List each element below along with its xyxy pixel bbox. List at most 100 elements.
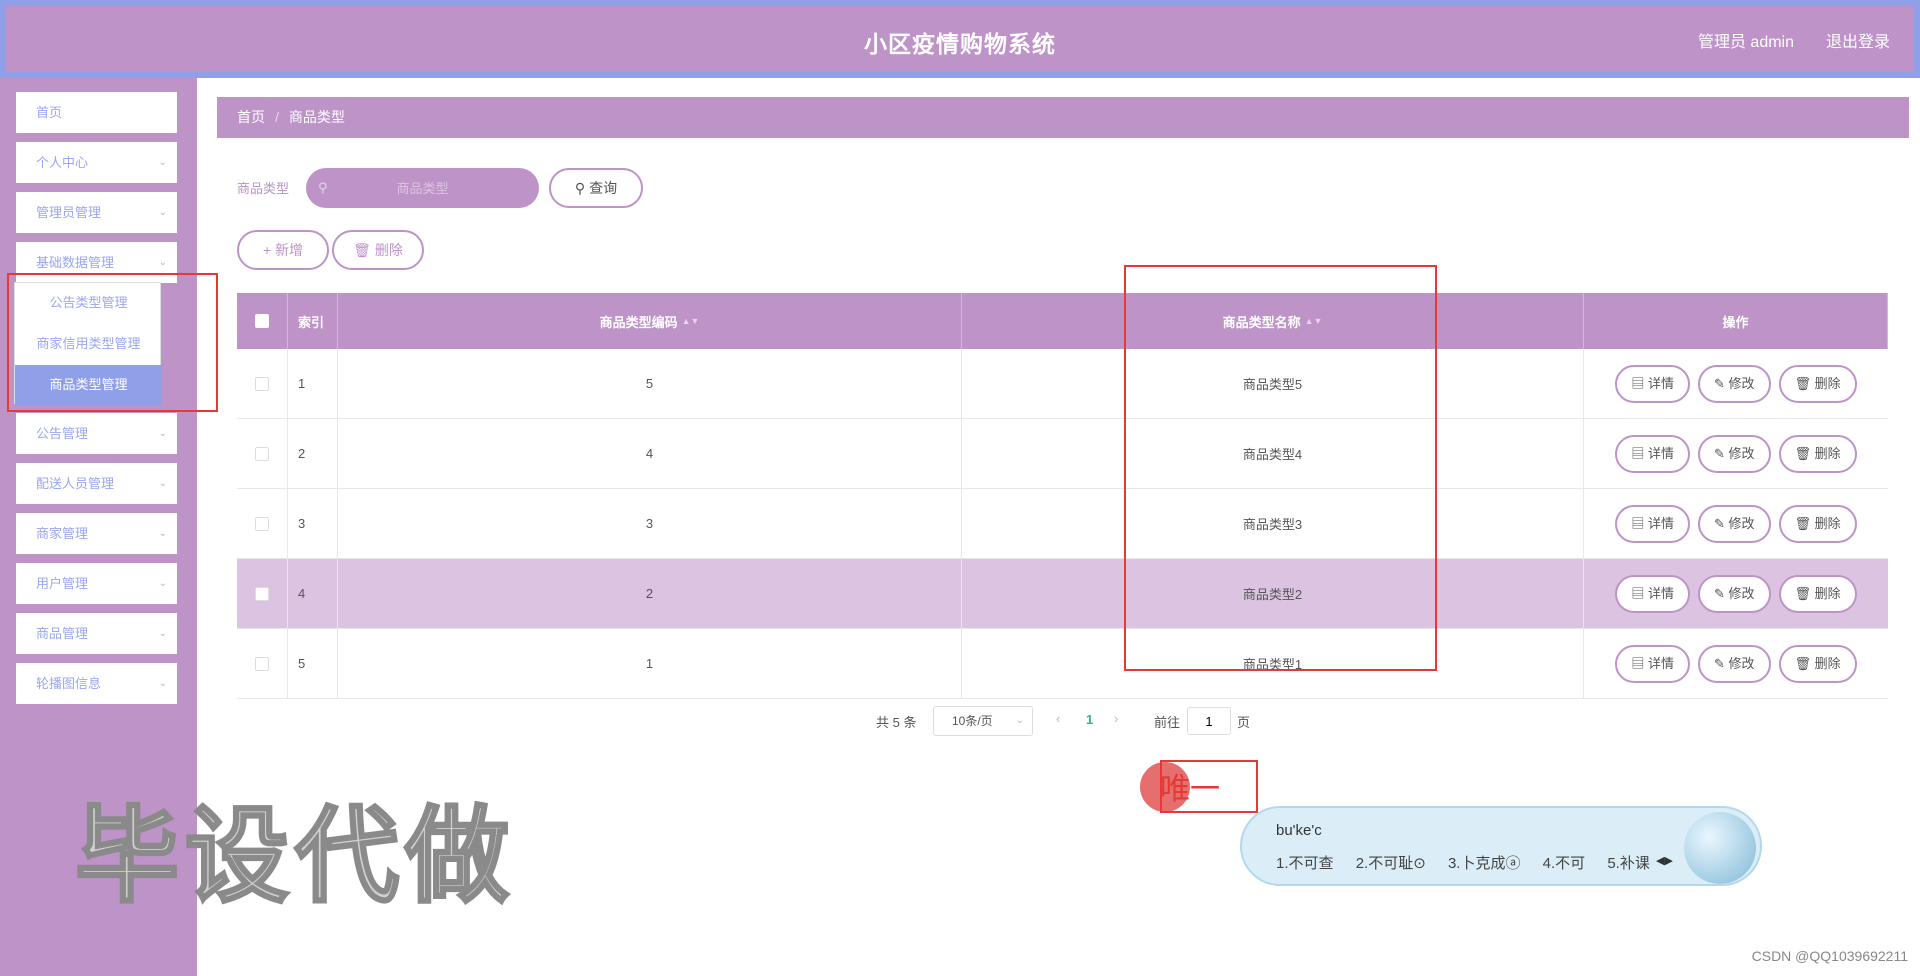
delete-button[interactable]: 🗑 删除 <box>1778 434 1857 473</box>
ime-candidates: 1.不可查 2.不可耻⊙ 3.卜克成ⓐ 4.不可 5.补课 <box>1276 852 1668 873</box>
sidebar-item-personal-center[interactable]: 个人中心 ⌄ <box>16 142 177 183</box>
trash-icon: 🗑 <box>1794 585 1812 601</box>
sidebar-item-notice[interactable]: 公告管理 ⌄ <box>16 413 177 454</box>
ime-candidate[interactable]: 1.不可查 <box>1276 855 1334 872</box>
edit-icon: ✎ <box>1713 585 1725 601</box>
chevron-down-icon: ⌄ <box>158 578 167 589</box>
sidebar-item-home[interactable]: 首页 <box>16 92 177 133</box>
page-size-select[interactable]: 10条/页 ⌄ <box>933 706 1033 736</box>
edit-button[interactable]: ✎ 修改 <box>1697 574 1771 613</box>
edit-button-label: 修改 <box>1728 655 1755 671</box>
ime-candidate[interactable]: 3.卜克成ⓐ <box>1448 855 1521 872</box>
header-ops: 操作 <box>1584 293 1888 349</box>
header-code[interactable]: 商品类型编码 ▲▼ <box>338 293 962 349</box>
table-row[interactable]: 4 2 商品类型2 ▤ 详情 ✎ 修改 🗑 删除 <box>237 559 1888 629</box>
edit-button[interactable]: ✎ 修改 <box>1697 364 1771 403</box>
logout-link[interactable]: 退出登录 <box>1826 28 1890 52</box>
breadcrumb-current: 商品类型 <box>288 109 345 125</box>
batch-delete-button-label: 删除 <box>374 242 403 258</box>
header-code-label: 商品类型编码 <box>599 314 678 330</box>
ime-logo-icon <box>1684 812 1756 884</box>
row-index: 5 <box>288 629 338 698</box>
query-button[interactable]: ⚲ 查询 <box>549 168 643 208</box>
table-row[interactable]: 3 3 商品类型3 ▤ 详情 ✎ 修改 🗑 删除 <box>237 489 1888 559</box>
search-input[interactable] <box>306 168 539 208</box>
ime-candidate[interactable]: 5.补课 <box>1607 855 1650 872</box>
annotation-box-ime <box>1160 760 1258 813</box>
sidebar-item-label: 用户管理 <box>36 576 89 591</box>
chevron-down-icon: ⌄ <box>158 528 167 539</box>
sidebar-item-delivery[interactable]: 配送人员管理 ⌄ <box>16 463 177 504</box>
edit-button-label: 修改 <box>1728 515 1755 531</box>
detail-button[interactable]: ▤ 详情 <box>1615 574 1690 613</box>
detail-button[interactable]: ▤ 详情 <box>1615 644 1690 683</box>
add-button[interactable]: + 新增 <box>237 230 329 270</box>
row-ops: ▤ 详情 ✎ 修改 🗑 删除 <box>1584 489 1888 558</box>
row-ops: ▤ 详情 ✎ 修改 🗑 删除 <box>1584 349 1888 418</box>
delete-button[interactable]: 🗑 删除 <box>1778 644 1857 683</box>
table-row[interactable]: 5 1 商品类型1 ▤ 详情 ✎ 修改 🗑 删除 <box>237 629 1888 699</box>
row-checkbox[interactable] <box>255 446 269 461</box>
header-index: 索引 <box>288 293 338 349</box>
table-row[interactable]: 2 4 商品类型4 ▤ 详情 ✎ 修改 🗑 删除 <box>237 419 1888 489</box>
detail-button[interactable]: ▤ 详情 <box>1615 504 1690 543</box>
row-code: 1 <box>338 629 962 698</box>
sidebar-item-label: 轮播图信息 <box>36 676 102 691</box>
trash-icon: 🗑 <box>1794 655 1812 671</box>
breadcrumb-home[interactable]: 首页 <box>237 109 265 125</box>
trash-icon: 🗑 <box>1794 515 1812 531</box>
annotation-box-column <box>1124 265 1437 671</box>
detail-button[interactable]: ▤ 详情 <box>1615 434 1690 473</box>
sidebar-item-admin[interactable]: 管理员管理 ⌄ <box>16 192 177 233</box>
delete-button[interactable]: 🗑 删除 <box>1778 574 1857 613</box>
delete-button[interactable]: 🗑 删除 <box>1778 504 1857 543</box>
document-icon: ▤ <box>1631 585 1645 601</box>
credit-text: CSDN @QQ1039692211 <box>1751 948 1908 964</box>
delete-button[interactable]: 🗑 删除 <box>1778 364 1857 403</box>
detail-button-label: 详情 <box>1647 515 1674 531</box>
row-checkbox[interactable] <box>255 376 269 391</box>
plus-icon: + <box>262 242 272 258</box>
row-checkbox[interactable] <box>255 586 269 601</box>
ime-candidate[interactable]: 2.不可耻⊙ <box>1356 855 1426 872</box>
ime-candidate[interactable]: 4.不可 <box>1543 855 1586 872</box>
trash-icon: 🗑 <box>1794 375 1812 391</box>
row-checkbox-cell <box>237 559 288 628</box>
chevron-down-icon: ⌄ <box>1015 715 1024 726</box>
sidebar-item-merchant[interactable]: 商家管理 ⌄ <box>16 513 177 554</box>
detail-button[interactable]: ▤ 详情 <box>1615 364 1690 403</box>
page-number[interactable]: 1 <box>1086 712 1093 727</box>
select-all-checkbox[interactable] <box>255 314 269 328</box>
ime-page-arrows-icon[interactable]: ◀▶ <box>1656 854 1673 867</box>
row-checkbox-cell <box>237 419 288 488</box>
sidebar-item-label: 首页 <box>36 105 63 120</box>
chevron-down-icon: ⌄ <box>158 628 167 639</box>
sort-icon[interactable]: ▲▼ <box>682 316 700 326</box>
search-label: 商品类型 <box>237 181 290 196</box>
sidebar-item-user[interactable]: 用户管理 ⌄ <box>16 563 177 604</box>
detail-button-label: 详情 <box>1647 445 1674 461</box>
batch-delete-button[interactable]: 🗑 删除 <box>332 230 424 270</box>
chevron-down-icon: ⌄ <box>158 678 167 689</box>
sidebar-item-label: 配送人员管理 <box>36 476 115 491</box>
edit-button[interactable]: ✎ 修改 <box>1697 504 1771 543</box>
delete-button-label: 删除 <box>1814 655 1841 671</box>
edit-button[interactable]: ✎ 修改 <box>1697 434 1771 473</box>
search-icon: ⚲ <box>574 180 586 196</box>
prev-page-icon[interactable]: ‹ <box>1056 711 1060 726</box>
row-checkbox[interactable] <box>255 656 269 671</box>
sidebar-item-label: 公告管理 <box>36 426 89 441</box>
next-page-icon[interactable]: › <box>1114 711 1118 726</box>
table-header: 索引 商品类型编码 ▲▼ 商品类型名称 ▲▼ 操作 <box>237 293 1888 349</box>
document-icon: ▤ <box>1631 445 1645 461</box>
row-checkbox[interactable] <box>255 516 269 531</box>
chevron-down-icon: ⌄ <box>158 207 167 218</box>
sidebar-item-goods[interactable]: 商品管理 ⌄ <box>16 613 177 654</box>
sidebar-item-carousel[interactable]: 轮播图信息 ⌄ <box>16 663 177 704</box>
pagination-total: 共 5 条 <box>876 715 917 730</box>
edit-button[interactable]: ✎ 修改 <box>1697 644 1771 683</box>
row-index: 4 <box>288 559 338 628</box>
goto-page-input[interactable] <box>1187 707 1231 735</box>
edit-icon: ✎ <box>1713 515 1725 531</box>
table-row[interactable]: 1 5 商品类型5 ▤ 详情 ✎ 修改 🗑 删除 <box>237 349 1888 419</box>
